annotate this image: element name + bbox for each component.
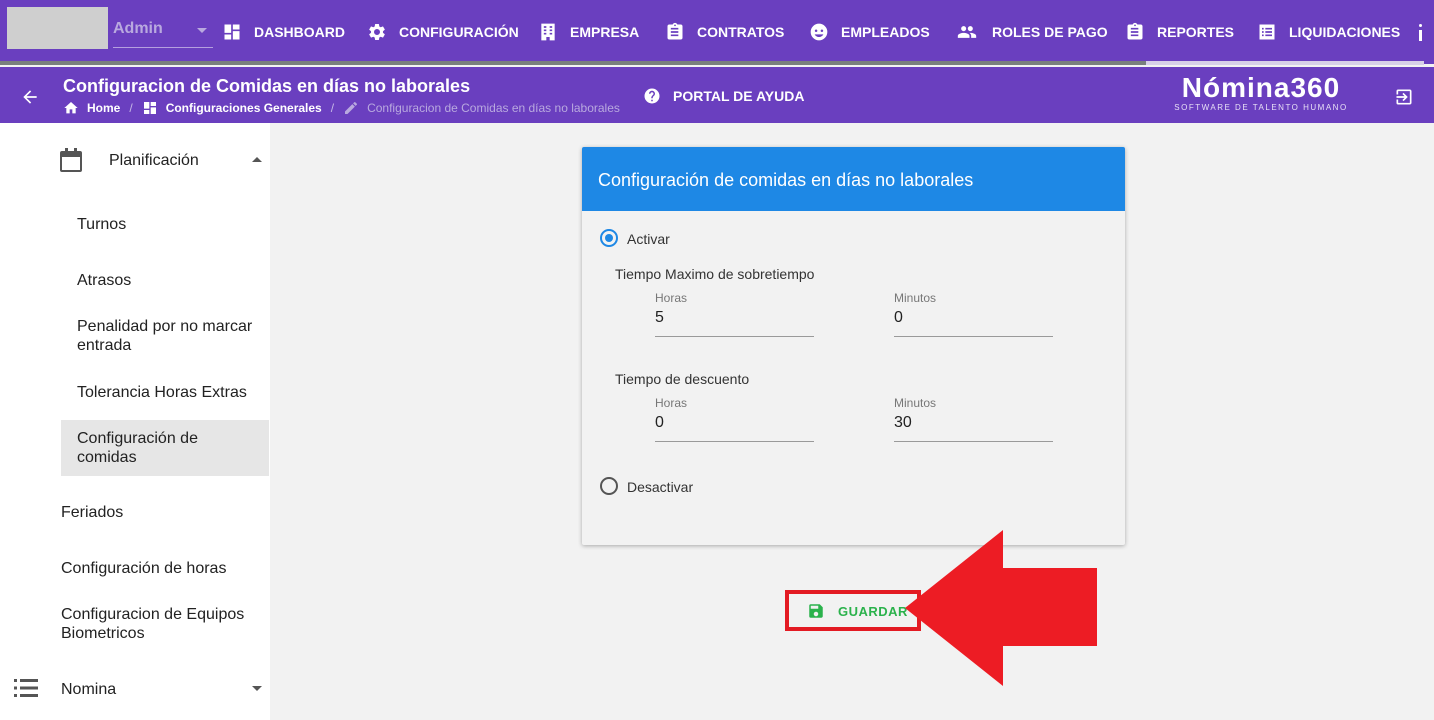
nav-reportes[interactable]: REPORTES [1125,20,1234,44]
sidebar: Planificación Turnos Atrasos Penalidad p… [0,123,270,720]
nav-dashboard[interactable]: DASHBOARD [222,20,345,44]
breadcrumb-home-label: Home [87,101,121,115]
nav-empresa-label: EMPRESA [570,24,640,40]
nav-contratos-label: CONTRATOS [697,24,785,40]
radio-activar-label[interactable]: Activar [627,231,670,247]
logo-text: Nómina360 [1181,72,1341,103]
dashboard-icon [224,24,240,40]
nav-empleados[interactable]: EMPLEADOS [809,20,930,44]
list-icon [1259,24,1275,40]
config-card: Configuración de comidas en días no labo… [582,147,1125,545]
red-arrow-annotation [905,530,1097,686]
pencil-icon [345,101,358,114]
sobretiempo-minutos-label: Minutos [894,291,937,305]
sidebar-group-label: Planificación [109,152,199,169]
sobretiempo-minutos-field[interactable]: Minutos [894,291,1053,337]
breadcrumb-configuraciones-label: Configuraciones Generales [165,101,322,115]
save-button-label: GUARDAR [838,603,908,619]
save-button[interactable]: GUARDAR [793,596,913,626]
sobretiempo-minutos-input[interactable] [894,309,1044,327]
sobretiempo-label: Tiempo Maximo de sobretiempo [615,266,815,282]
loading-bar [0,61,1146,65]
more-icon[interactable] [1419,24,1423,42]
sidebar-item-atrasos[interactable]: Atrasos [77,271,257,290]
descuento-minutos-field[interactable]: Minutos [894,396,1053,442]
face-icon [810,23,828,41]
dashboard-icon [143,102,156,114]
descuento-label: Tiempo de descuento [615,371,750,387]
breadcrumb-separator: / [330,101,335,115]
clipboard-icon [667,22,683,40]
avatar[interactable] [7,7,108,49]
loading-bar-track [1146,61,1424,65]
user-select[interactable]: Admin [113,10,213,48]
clipboard-icon [1127,22,1143,40]
nav-roles-de-pago-label: ROLES DE PAGO [992,24,1108,40]
chevron-down-icon [197,28,207,33]
sidebar-item-penalidad[interactable]: Penalidad por no marcar entrada [77,317,262,355]
descuento-horas-field[interactable]: Horas [655,396,814,442]
nav-empresa[interactable]: EMPRESA [538,20,639,44]
descuento-horas-input[interactable] [655,414,805,432]
logo: Nómina360 SOFTWARE DE TALENTO HUMANO [1170,72,1352,113]
sobretiempo-horas-label: Horas [655,291,688,305]
page-header: Configuracion de Comidas en días no labo… [0,67,1434,123]
sidebar-item-feriados[interactable]: Feriados [61,503,261,522]
calendar-icon [60,148,82,172]
sidebar-item-biometricos[interactable]: Configuracion de Equipos Biometricos [61,605,261,643]
nav-reportes-label: REPORTES [1157,24,1235,40]
sidebar-item-turnos[interactable]: Turnos [77,215,257,234]
help-portal-label: PORTAL DE AYUDA [673,88,805,104]
page-title: Configuracion de Comidas en días no labo… [63,76,471,96]
building-icon [541,23,555,41]
nav-configuracion[interactable]: CONFIGURACIÓN [367,20,519,44]
card-title: Configuración de comidas en días no labo… [582,147,1125,211]
descuento-minutos-label: Minutos [894,396,937,410]
arrow-back-icon[interactable] [20,87,40,107]
descuento-horas-label: Horas [655,396,688,410]
sidebar-nomina-label: Nomina [61,681,117,698]
breadcrumb-current-label: Configuracion de Comidas en días no labo… [367,101,620,115]
list-icon [14,679,38,697]
logout-icon[interactable] [1394,87,1414,107]
radio-desactivar-label[interactable]: Desactivar [627,479,693,495]
sobretiempo-horas-field[interactable]: Horas [655,291,814,337]
user-select-value: Admin [113,20,163,37]
nav-roles-de-pago[interactable]: ROLES DE PAGO [954,20,1108,44]
save-button-highlight: GUARDAR [785,590,921,631]
sobretiempo-horas-input[interactable] [655,309,805,327]
gear-icon [369,23,385,40]
radio-desactivar[interactable] [600,477,618,495]
logo-subtitle: SOFTWARE DE TALENTO HUMANO [1174,103,1348,112]
descuento-minutos-input[interactable] [894,414,1044,432]
top-navbar: Admin DASHBOARD CONFIGURACIÓN EMPRESA CO… [0,0,1434,64]
nav-dashboard-label: DASHBOARD [254,24,345,40]
sidebar-item-config-horas[interactable]: Configuración de horas [61,559,261,578]
sidebar-item-tolerancia[interactable]: Tolerancia Horas Extras [77,383,262,402]
nav-liquidaciones-label: LIQUIDACIONES [1289,24,1401,40]
sidebar-item-comidas[interactable]: Configuración de comidas [61,420,269,476]
nav-empleados-label: EMPLEADOS [841,24,930,40]
nav-liquidaciones[interactable]: LIQUIDACIONES [1257,20,1400,44]
sidebar-group-nomina[interactable]: Nomina [0,665,270,711]
breadcrumb-configuraciones[interactable]: Configuraciones Generales [142,100,322,116]
breadcrumb: Home / Configuraciones Generales / Confi… [63,100,620,116]
chevron-down-icon [252,686,262,691]
help-icon [644,88,660,104]
breadcrumb-separator: / [129,101,133,115]
chevron-up-icon [252,157,262,162]
sidebar-group-planificacion[interactable]: Planificación [0,137,270,183]
save-icon [809,604,823,618]
home-icon [64,102,78,114]
nav-contratos[interactable]: CONTRATOS [665,20,784,44]
help-portal-link[interactable]: PORTAL DE AYUDA [643,87,804,105]
breadcrumb-home[interactable]: Home [63,100,120,116]
people-icon [957,26,977,38]
breadcrumb-current: Configuracion de Comidas en días no labo… [343,100,620,116]
radio-activar[interactable] [600,229,618,247]
nav-configuracion-label: CONFIGURACIÓN [399,24,519,40]
